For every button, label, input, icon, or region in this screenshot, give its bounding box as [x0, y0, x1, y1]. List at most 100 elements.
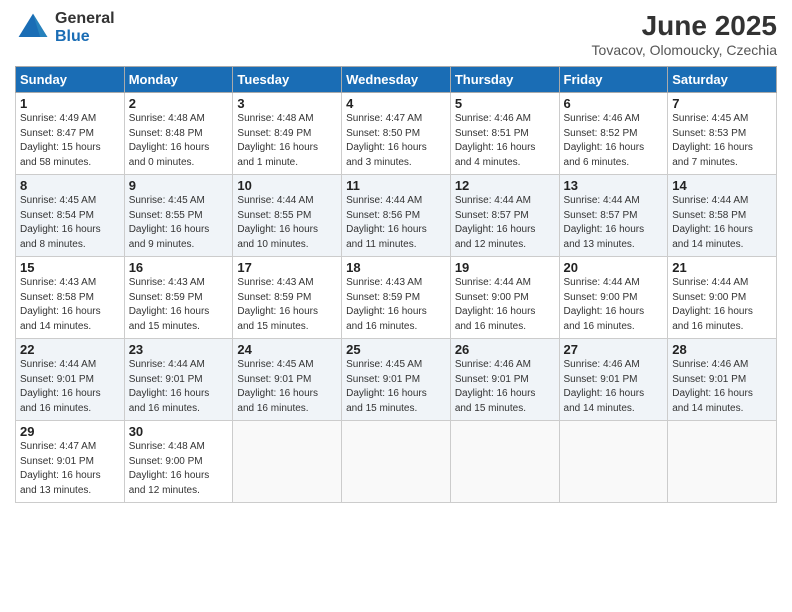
- day-number: 15: [20, 260, 120, 275]
- day-of-week-wednesday: Wednesday: [342, 67, 451, 93]
- day-number: 2: [129, 96, 229, 111]
- day-info: Sunrise: 4:44 AM Sunset: 9:00 PM Dayligh…: [455, 276, 555, 334]
- calendar-cell: 6Sunrise: 4:46 AM Sunset: 8:52 PM Daylig…: [559, 93, 668, 175]
- day-number: 6: [564, 96, 664, 111]
- calendar-cell: 15Sunrise: 4:43 AM Sunset: 8:58 PM Dayli…: [16, 257, 125, 339]
- day-info: Sunrise: 4:49 AM Sunset: 8:47 PM Dayligh…: [20, 112, 120, 170]
- calendar-cell: 14Sunrise: 4:44 AM Sunset: 8:58 PM Dayli…: [668, 175, 777, 257]
- day-number: 7: [672, 96, 772, 111]
- day-of-week-saturday: Saturday: [668, 67, 777, 93]
- day-number: 28: [672, 342, 772, 357]
- day-of-week-monday: Monday: [124, 67, 233, 93]
- day-info: Sunrise: 4:44 AM Sunset: 8:57 PM Dayligh…: [455, 194, 555, 252]
- calendar-cell: 8Sunrise: 4:45 AM Sunset: 8:54 PM Daylig…: [16, 175, 125, 257]
- day-number: 17: [237, 260, 337, 275]
- calendar-cell: 28Sunrise: 4:46 AM Sunset: 9:01 PM Dayli…: [668, 339, 777, 421]
- day-info: Sunrise: 4:45 AM Sunset: 9:01 PM Dayligh…: [237, 358, 337, 416]
- day-number: 24: [237, 342, 337, 357]
- calendar-cell: 18Sunrise: 4:43 AM Sunset: 8:59 PM Dayli…: [342, 257, 451, 339]
- day-info: Sunrise: 4:47 AM Sunset: 8:50 PM Dayligh…: [346, 112, 446, 170]
- day-of-week-sunday: Sunday: [16, 67, 125, 93]
- day-info: Sunrise: 4:46 AM Sunset: 9:01 PM Dayligh…: [564, 358, 664, 416]
- calendar-cell: [233, 421, 342, 503]
- day-of-week-friday: Friday: [559, 67, 668, 93]
- header: General Blue June 2025 Tovacov, Olomouck…: [15, 10, 777, 58]
- calendar-header-row: SundayMondayTuesdayWednesdayThursdayFrid…: [16, 67, 777, 93]
- day-info: Sunrise: 4:48 AM Sunset: 9:00 PM Dayligh…: [129, 440, 229, 498]
- day-number: 18: [346, 260, 446, 275]
- calendar-cell: 7Sunrise: 4:45 AM Sunset: 8:53 PM Daylig…: [668, 93, 777, 175]
- day-info: Sunrise: 4:43 AM Sunset: 8:59 PM Dayligh…: [129, 276, 229, 334]
- day-info: Sunrise: 4:44 AM Sunset: 8:55 PM Dayligh…: [237, 194, 337, 252]
- day-number: 30: [129, 424, 229, 439]
- day-number: 26: [455, 342, 555, 357]
- day-info: Sunrise: 4:48 AM Sunset: 8:49 PM Dayligh…: [237, 112, 337, 170]
- day-info: Sunrise: 4:45 AM Sunset: 8:54 PM Dayligh…: [20, 194, 120, 252]
- logo-icon: [15, 10, 51, 46]
- calendar-cell: 16Sunrise: 4:43 AM Sunset: 8:59 PM Dayli…: [124, 257, 233, 339]
- day-number: 13: [564, 178, 664, 193]
- day-number: 9: [129, 178, 229, 193]
- calendar-cell: 1Sunrise: 4:49 AM Sunset: 8:47 PM Daylig…: [16, 93, 125, 175]
- calendar-cell: 19Sunrise: 4:44 AM Sunset: 9:00 PM Dayli…: [450, 257, 559, 339]
- day-number: 25: [346, 342, 446, 357]
- day-number: 27: [564, 342, 664, 357]
- day-info: Sunrise: 4:46 AM Sunset: 9:01 PM Dayligh…: [672, 358, 772, 416]
- calendar-cell: [450, 421, 559, 503]
- day-info: Sunrise: 4:44 AM Sunset: 8:58 PM Dayligh…: [672, 194, 772, 252]
- day-info: Sunrise: 4:47 AM Sunset: 9:01 PM Dayligh…: [20, 440, 120, 498]
- day-info: Sunrise: 4:45 AM Sunset: 9:01 PM Dayligh…: [346, 358, 446, 416]
- day-number: 22: [20, 342, 120, 357]
- day-number: 16: [129, 260, 229, 275]
- day-number: 8: [20, 178, 120, 193]
- calendar-cell: 10Sunrise: 4:44 AM Sunset: 8:55 PM Dayli…: [233, 175, 342, 257]
- day-info: Sunrise: 4:44 AM Sunset: 8:56 PM Dayligh…: [346, 194, 446, 252]
- day-info: Sunrise: 4:45 AM Sunset: 8:53 PM Dayligh…: [672, 112, 772, 170]
- title-block: June 2025 Tovacov, Olomoucky, Czechia: [592, 10, 777, 58]
- calendar-table: SundayMondayTuesdayWednesdayThursdayFrid…: [15, 66, 777, 503]
- calendar-week-2: 8Sunrise: 4:45 AM Sunset: 8:54 PM Daylig…: [16, 175, 777, 257]
- calendar-cell: 9Sunrise: 4:45 AM Sunset: 8:55 PM Daylig…: [124, 175, 233, 257]
- day-number: 12: [455, 178, 555, 193]
- logo: General Blue: [15, 10, 115, 46]
- calendar-cell: 17Sunrise: 4:43 AM Sunset: 8:59 PM Dayli…: [233, 257, 342, 339]
- day-number: 3: [237, 96, 337, 111]
- calendar-cell: 21Sunrise: 4:44 AM Sunset: 9:00 PM Dayli…: [668, 257, 777, 339]
- day-number: 21: [672, 260, 772, 275]
- page: General Blue June 2025 Tovacov, Olomouck…: [0, 0, 792, 612]
- calendar-week-1: 1Sunrise: 4:49 AM Sunset: 8:47 PM Daylig…: [16, 93, 777, 175]
- calendar-cell: 4Sunrise: 4:47 AM Sunset: 8:50 PM Daylig…: [342, 93, 451, 175]
- day-info: Sunrise: 4:46 AM Sunset: 8:51 PM Dayligh…: [455, 112, 555, 170]
- day-of-week-thursday: Thursday: [450, 67, 559, 93]
- day-info: Sunrise: 4:43 AM Sunset: 8:59 PM Dayligh…: [346, 276, 446, 334]
- calendar-cell: 23Sunrise: 4:44 AM Sunset: 9:01 PM Dayli…: [124, 339, 233, 421]
- calendar-week-3: 15Sunrise: 4:43 AM Sunset: 8:58 PM Dayli…: [16, 257, 777, 339]
- day-info: Sunrise: 4:48 AM Sunset: 8:48 PM Dayligh…: [129, 112, 229, 170]
- calendar-cell: 12Sunrise: 4:44 AM Sunset: 8:57 PM Dayli…: [450, 175, 559, 257]
- day-info: Sunrise: 4:43 AM Sunset: 8:58 PM Dayligh…: [20, 276, 120, 334]
- day-number: 20: [564, 260, 664, 275]
- day-number: 10: [237, 178, 337, 193]
- main-title: June 2025: [592, 10, 777, 42]
- calendar-cell: 22Sunrise: 4:44 AM Sunset: 9:01 PM Dayli…: [16, 339, 125, 421]
- logo-blue: Blue: [55, 28, 115, 46]
- calendar-week-5: 29Sunrise: 4:47 AM Sunset: 9:01 PM Dayli…: [16, 421, 777, 503]
- calendar-cell: 29Sunrise: 4:47 AM Sunset: 9:01 PM Dayli…: [16, 421, 125, 503]
- day-info: Sunrise: 4:45 AM Sunset: 8:55 PM Dayligh…: [129, 194, 229, 252]
- day-number: 1: [20, 96, 120, 111]
- calendar-cell: 24Sunrise: 4:45 AM Sunset: 9:01 PM Dayli…: [233, 339, 342, 421]
- day-info: Sunrise: 4:46 AM Sunset: 9:01 PM Dayligh…: [455, 358, 555, 416]
- day-number: 5: [455, 96, 555, 111]
- calendar-cell: 3Sunrise: 4:48 AM Sunset: 8:49 PM Daylig…: [233, 93, 342, 175]
- subtitle: Tovacov, Olomoucky, Czechia: [592, 42, 777, 58]
- day-number: 19: [455, 260, 555, 275]
- calendar-cell: 5Sunrise: 4:46 AM Sunset: 8:51 PM Daylig…: [450, 93, 559, 175]
- day-of-week-tuesday: Tuesday: [233, 67, 342, 93]
- logo-general: General: [55, 10, 115, 28]
- calendar-cell: 2Sunrise: 4:48 AM Sunset: 8:48 PM Daylig…: [124, 93, 233, 175]
- calendar-cell: [342, 421, 451, 503]
- day-number: 14: [672, 178, 772, 193]
- day-number: 11: [346, 178, 446, 193]
- calendar-cell: [668, 421, 777, 503]
- day-number: 23: [129, 342, 229, 357]
